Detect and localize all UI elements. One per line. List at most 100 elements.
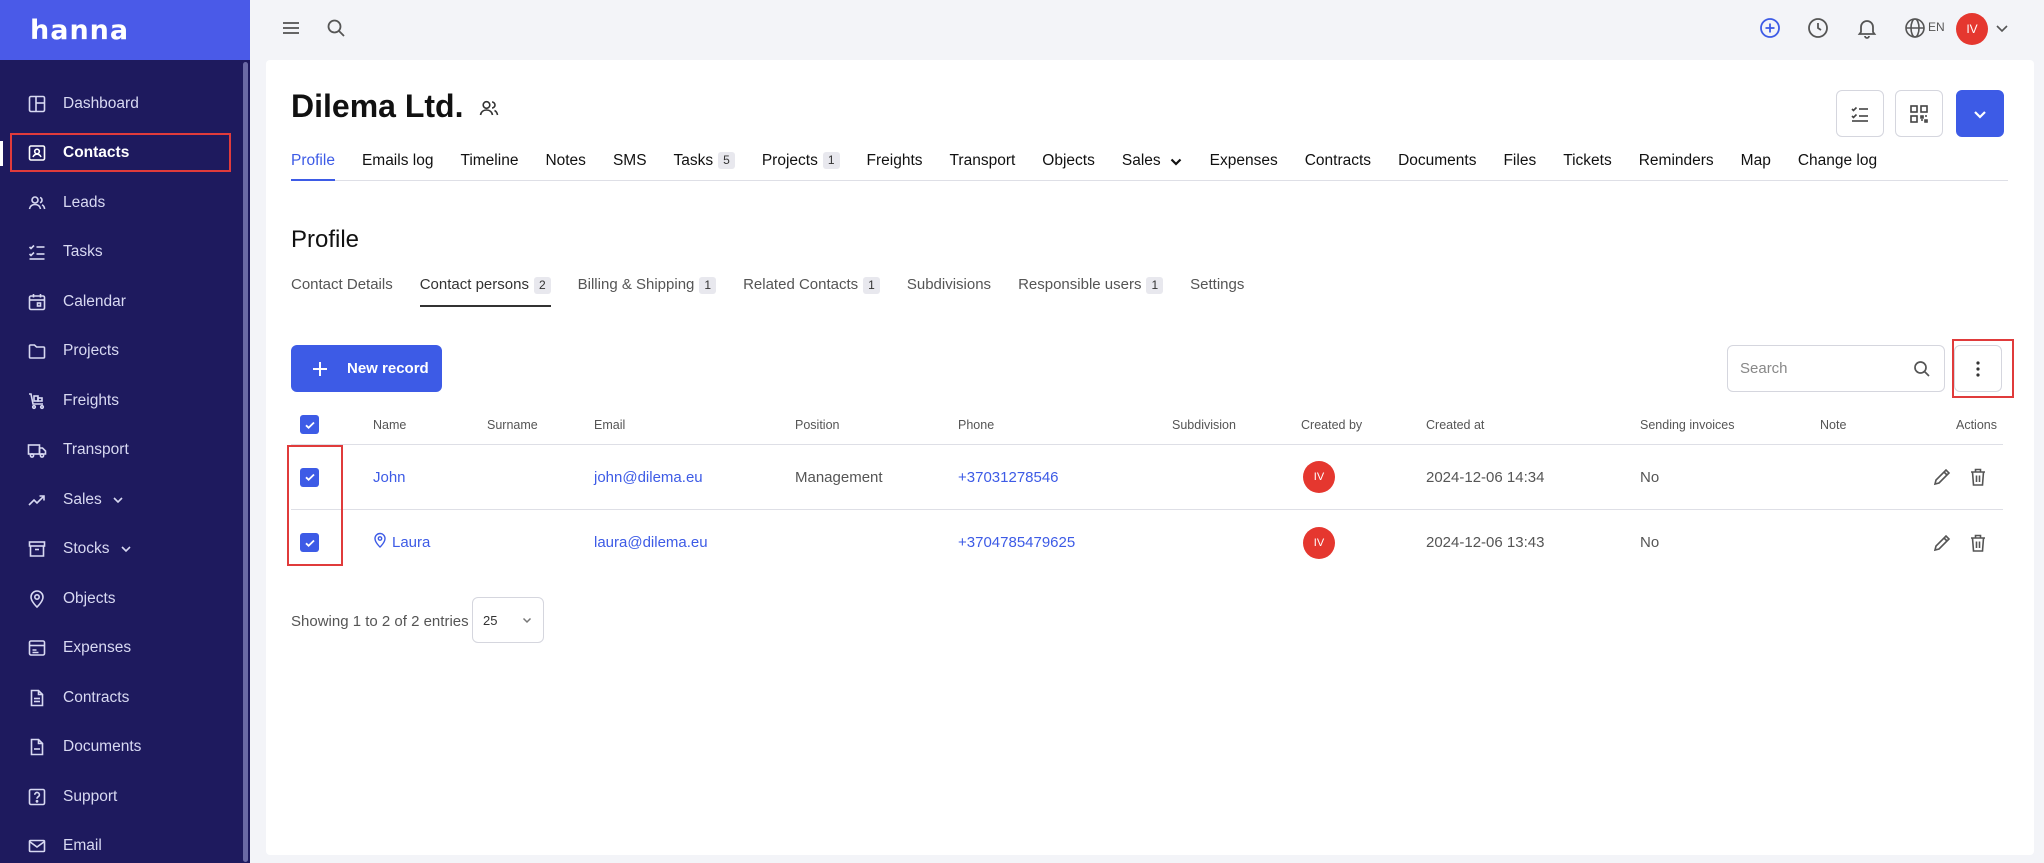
sidebar-item-contracts[interactable]: Contracts bbox=[0, 673, 244, 723]
globe-icon[interactable] bbox=[1903, 16, 1927, 40]
pagination-info: Showing 1 to 2 of 2 entries bbox=[291, 613, 469, 630]
subtab-settings[interactable]: Settings bbox=[1190, 276, 1244, 307]
column-header-sending-invoices[interactable]: Sending invoices bbox=[1640, 418, 1735, 432]
tab-profile[interactable]: Profile bbox=[291, 152, 335, 181]
sidebar-item-leads[interactable]: Leads bbox=[0, 178, 244, 228]
tab-objects[interactable]: Objects bbox=[1042, 152, 1095, 181]
subtab-subdivisions[interactable]: Subdivisions bbox=[907, 276, 991, 307]
contact-name-link[interactable]: Laura bbox=[392, 534, 430, 551]
column-header-note[interactable]: Note bbox=[1820, 418, 1846, 432]
table-row[interactable]: Laura laura@dilema.eu +3704785479625 IV … bbox=[291, 510, 2003, 575]
sidebar-item-projects[interactable]: Projects bbox=[0, 327, 244, 377]
column-header-created-by[interactable]: Created by bbox=[1301, 418, 1362, 432]
tab-projects[interactable]: Projects 1 bbox=[762, 152, 840, 181]
clock-icon[interactable] bbox=[1806, 16, 1830, 40]
tab-emails-log[interactable]: Emails log bbox=[362, 152, 434, 181]
calendar-icon bbox=[27, 292, 47, 312]
column-header-subdivision[interactable]: Subdivision bbox=[1172, 418, 1236, 432]
phone-link[interactable]: +37031278546 bbox=[958, 469, 1059, 486]
tab-tasks[interactable]: Tasks 5 bbox=[674, 152, 735, 181]
sidebar-item-label: Sales bbox=[63, 490, 102, 508]
add-circle-icon[interactable] bbox=[1758, 16, 1782, 40]
bell-icon[interactable] bbox=[1855, 16, 1879, 40]
subtab-label: Subdivisions bbox=[906, 276, 992, 293]
new-record-button[interactable]: New record bbox=[291, 345, 442, 392]
sidebar-item-transport[interactable]: Transport bbox=[0, 426, 244, 476]
sidebar-item-support[interactable]: Support bbox=[0, 772, 244, 822]
tab-timeline[interactable]: Timeline bbox=[460, 152, 518, 181]
email-link[interactable]: laura@dilema.eu bbox=[594, 534, 708, 551]
sidebar-item-expenses[interactable]: Expenses bbox=[0, 624, 244, 674]
subtab-contact-details[interactable]: Contact Details bbox=[291, 276, 393, 307]
column-header-created-at[interactable]: Created at bbox=[1426, 418, 1484, 432]
tab-freights[interactable]: Freights bbox=[867, 152, 923, 181]
search-icon[interactable] bbox=[1912, 359, 1932, 379]
subtab-related-contacts[interactable]: Related Contacts 1 bbox=[743, 276, 880, 307]
trend-icon bbox=[27, 490, 47, 510]
trash-icon[interactable] bbox=[1967, 532, 1989, 554]
tab-notes[interactable]: Notes bbox=[545, 152, 586, 181]
tab-reminders[interactable]: Reminders bbox=[1639, 152, 1714, 181]
page-size-select[interactable]: 25 bbox=[472, 597, 544, 643]
contact-name-link[interactable]: John bbox=[373, 469, 406, 486]
sidebar-item-documents[interactable]: Documents bbox=[0, 723, 244, 773]
tab-sms[interactable]: SMS bbox=[613, 152, 647, 181]
sidebar-item-email[interactable]: Email bbox=[0, 822, 244, 863]
row-checkbox[interactable] bbox=[300, 533, 319, 552]
sidebar-item-stocks[interactable]: Stocks bbox=[0, 525, 244, 575]
chevron-down-icon[interactable] bbox=[1994, 20, 2010, 36]
tab-label: Contracts bbox=[1304, 152, 1372, 169]
column-header-email[interactable]: Email bbox=[594, 418, 625, 432]
help-icon bbox=[27, 787, 47, 807]
tab-label: Tasks bbox=[673, 152, 714, 169]
select-all-checkbox[interactable] bbox=[300, 415, 319, 434]
tab-tickets[interactable]: Tickets bbox=[1563, 152, 1612, 181]
search-icon[interactable] bbox=[324, 16, 348, 40]
email-link[interactable]: john@dilema.eu bbox=[594, 469, 703, 486]
row-checkbox[interactable] bbox=[300, 467, 319, 487]
sidebar-item-contacts[interactable]: Contacts bbox=[0, 129, 244, 179]
tab-documents[interactable]: Documents bbox=[1398, 152, 1476, 181]
tab-label: Change log bbox=[1797, 152, 1878, 169]
column-header-name[interactable]: Name bbox=[373, 418, 406, 432]
tab-files[interactable]: Files bbox=[1503, 152, 1536, 181]
column-header-position[interactable]: Position bbox=[795, 418, 839, 432]
checklist-button[interactable] bbox=[1836, 90, 1884, 137]
search-input[interactable] bbox=[1740, 360, 1900, 377]
qr-code-button[interactable] bbox=[1895, 90, 1943, 137]
subtab-responsible-users[interactable]: Responsible users 1 bbox=[1018, 276, 1164, 307]
trash-icon[interactable] bbox=[1967, 466, 1989, 488]
tab-contracts[interactable]: Contracts bbox=[1305, 152, 1371, 181]
tab-sales[interactable]: Sales bbox=[1122, 152, 1183, 181]
count-badge: 2 bbox=[533, 277, 551, 294]
created-by-avatar[interactable]: IV bbox=[1303, 461, 1335, 493]
actions-dropdown-button[interactable] bbox=[1956, 90, 2004, 137]
edit-icon[interactable] bbox=[1931, 532, 1953, 554]
tab-map[interactable]: Map bbox=[1741, 152, 1771, 181]
phone-link[interactable]: +3704785479625 bbox=[958, 534, 1075, 551]
more-options-button[interactable] bbox=[1954, 345, 2002, 392]
table-row[interactable]: John john@dilema.eu Management +37031278… bbox=[291, 445, 2003, 510]
sidebar-item-objects[interactable]: Objects bbox=[0, 574, 244, 624]
sending-invoices-cell: No bbox=[1640, 534, 1660, 551]
tab-change-log[interactable]: Change log bbox=[1798, 152, 1877, 181]
sidebar-item-calendar[interactable]: Calendar bbox=[0, 277, 244, 327]
subtab-billing-shipping[interactable]: Billing & Shipping 1 bbox=[578, 276, 717, 307]
sidebar-item-sales[interactable]: Sales bbox=[0, 475, 244, 525]
app-logo[interactable]: hanna bbox=[30, 15, 129, 46]
sidebar-item-tasks[interactable]: Tasks bbox=[0, 228, 244, 278]
created-by-avatar[interactable]: IV bbox=[1303, 526, 1335, 559]
user-avatar[interactable]: IV bbox=[1956, 13, 1988, 45]
sidebar-item-freights[interactable]: Freights bbox=[0, 376, 244, 426]
language-label[interactable]: EN bbox=[1928, 20, 1945, 34]
column-header-phone[interactable]: Phone bbox=[958, 418, 994, 432]
menu-icon[interactable] bbox=[279, 16, 303, 40]
column-header-surname[interactable]: Surname bbox=[487, 418, 538, 432]
contact-persons-table: Name Surname Email Position Phone Subdiv… bbox=[291, 405, 2003, 575]
edit-icon[interactable] bbox=[1931, 466, 1953, 488]
tab-expenses[interactable]: Expenses bbox=[1210, 152, 1278, 181]
subtab-contact-persons[interactable]: Contact persons 2 bbox=[419, 276, 551, 307]
stocks-icon bbox=[27, 539, 47, 559]
sidebar-item-dashboard[interactable]: Dashboard bbox=[0, 79, 244, 129]
tab-transport[interactable]: Transport bbox=[950, 152, 1016, 181]
